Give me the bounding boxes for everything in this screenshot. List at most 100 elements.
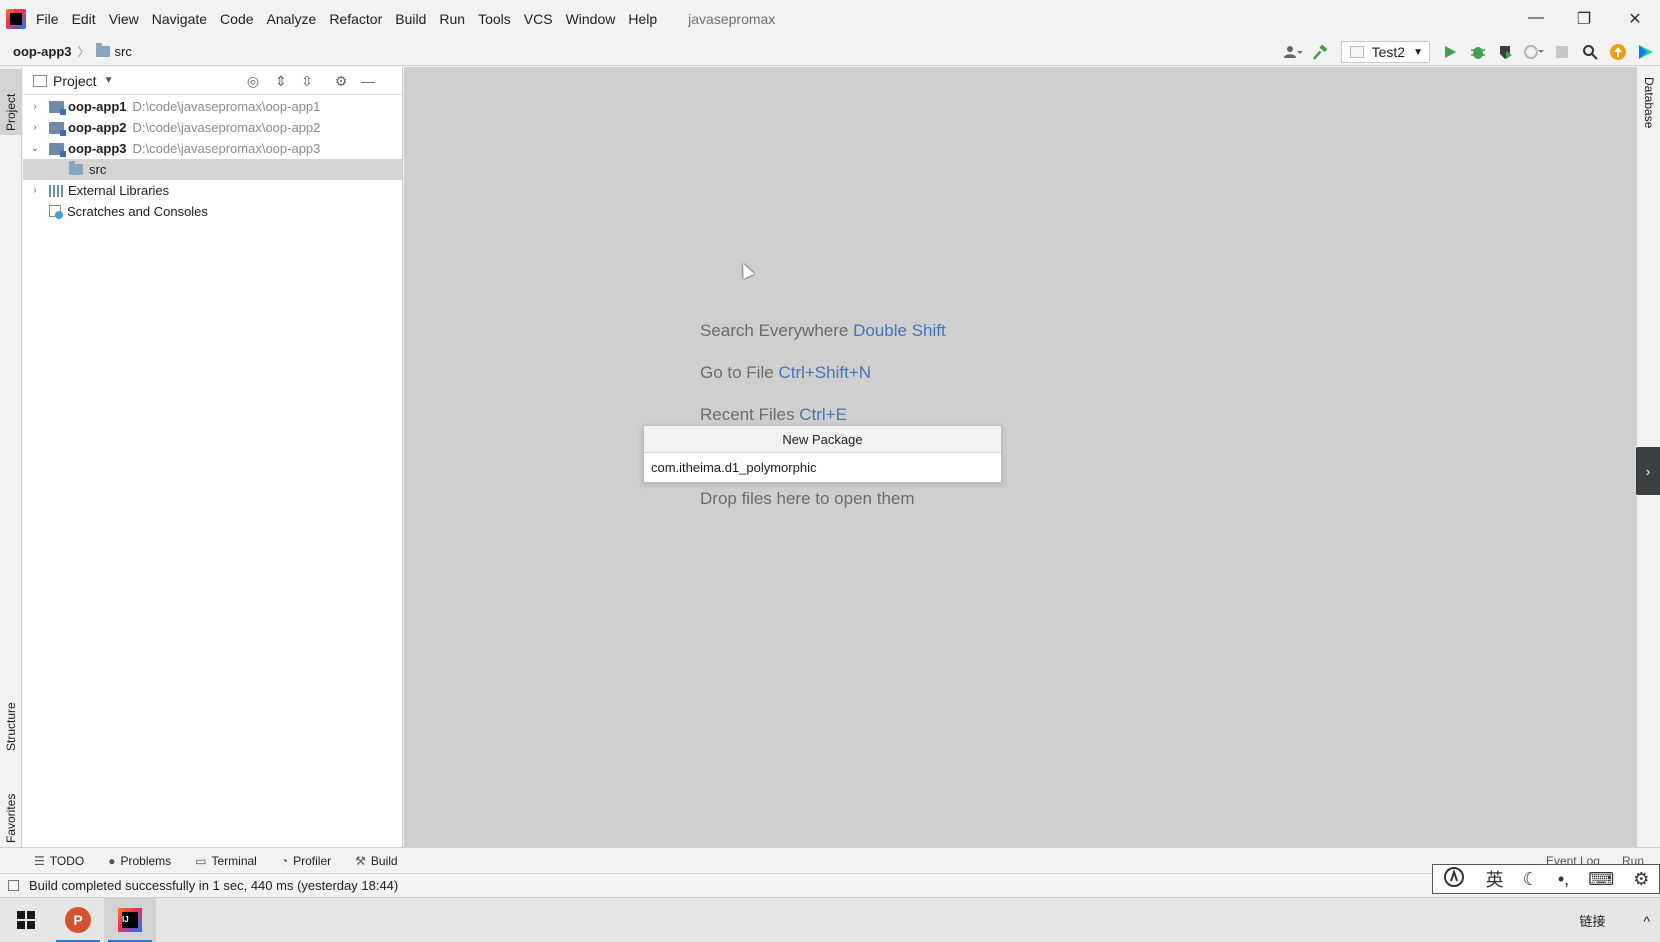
- hint-shortcut: Ctrl+E: [799, 405, 847, 424]
- menu-build[interactable]: Build: [395, 11, 426, 27]
- update-icon[interactable]: [1607, 41, 1629, 63]
- chevron-down-icon[interactable]: ⌄: [29, 143, 41, 154]
- tool-tab-profiler[interactable]: ◔ Profiler: [281, 854, 331, 868]
- taskbar-intellij[interactable]: [104, 897, 156, 942]
- hint-go-to-file: Go to File Ctrl+Shift+N: [700, 363, 871, 383]
- moon-icon[interactable]: ☾: [1523, 869, 1539, 890]
- menu-refactor[interactable]: Refactor: [329, 11, 382, 27]
- restore-button[interactable]: ❐: [1574, 9, 1594, 29]
- intellij-logo-icon: [6, 9, 26, 29]
- tool-tab-todo[interactable]: ☰ TODO: [34, 854, 84, 868]
- tool-tab-database[interactable]: Database: [1637, 75, 1660, 155]
- hide-panel-icon[interactable]: —: [360, 73, 376, 89]
- menu-navigate[interactable]: Navigate: [152, 11, 207, 27]
- breadcrumb-src[interactable]: src: [115, 44, 132, 59]
- search-icon[interactable]: [1579, 41, 1601, 63]
- hint-label: Search Everywhere: [700, 321, 849, 340]
- gear-icon[interactable]: ⚙: [333, 73, 349, 90]
- menu-edit[interactable]: Edit: [72, 11, 96, 27]
- chevron-down-icon[interactable]: ▼: [104, 75, 114, 86]
- tool-tab-structure-label: Structure: [4, 702, 18, 751]
- menu-analyze[interactable]: Analyze: [267, 11, 317, 27]
- punctuation-icon[interactable]: •,: [1558, 869, 1569, 890]
- build-hammer-icon[interactable]: [1310, 41, 1332, 63]
- package-name-input[interactable]: [644, 453, 1001, 482]
- module-icon: [49, 142, 66, 157]
- library-icon: [49, 184, 64, 197]
- tool-tab-project[interactable]: Project: [0, 69, 22, 135]
- debug-icon[interactable]: [1467, 41, 1489, 63]
- breadcrumb-project[interactable]: oop-app3: [13, 44, 72, 59]
- tree-row-oop-app1[interactable]: › oop-app1 D:\code\javasepromax\oop-app1: [23, 96, 402, 117]
- stop-icon[interactable]: [1551, 41, 1573, 63]
- tool-tab-favorites-label: Favorites: [4, 793, 18, 843]
- tray-link-label[interactable]: 链接: [1579, 911, 1605, 930]
- hint-recent-files: Recent Files Ctrl+E: [700, 405, 847, 425]
- vcs-user-icon[interactable]: [1282, 41, 1304, 63]
- run-config-label: Test2: [1371, 44, 1406, 60]
- tool-tab-problems[interactable]: ● Problems: [108, 854, 171, 868]
- tree-row-external-libraries[interactable]: › External Libraries: [23, 180, 402, 201]
- bottom-tool-tabs: ☰ TODO ● Problems ▭ Terminal ◔ Profiler …: [0, 847, 1660, 873]
- hint-shortcut: Double Shift: [853, 321, 946, 340]
- tree-row-src[interactable]: src: [23, 159, 402, 180]
- tool-tab-label: Problems: [120, 853, 172, 868]
- chevron-up-icon[interactable]: ^: [1643, 913, 1650, 929]
- main-toolbar: Test2 ▼: [1279, 38, 1660, 66]
- close-button[interactable]: ✕: [1625, 9, 1645, 29]
- chevron-down-icon: ▼: [1413, 46, 1423, 58]
- status-bar: Build completed successfully in 1 sec, 4…: [0, 873, 1660, 897]
- menu-file[interactable]: File: [36, 11, 59, 27]
- chevron-right-icon[interactable]: ›: [29, 122, 41, 133]
- folder-icon: [95, 43, 110, 57]
- tree-row-scratches[interactable]: Scratches and Consoles: [23, 201, 402, 222]
- breadcrumb-separator: 〉: [77, 45, 90, 59]
- taskbar-powerpoint[interactable]: P: [52, 898, 104, 942]
- collapse-all-icon[interactable]: ⇳: [299, 73, 315, 90]
- project-view-icon: [33, 74, 47, 87]
- chevron-right-icon[interactable]: ›: [29, 185, 41, 196]
- gear-icon[interactable]: ⚙: [1633, 869, 1649, 890]
- tool-tab-structure[interactable]: Structure: [0, 675, 22, 755]
- hint-label: Recent Files: [700, 405, 795, 424]
- run-icon[interactable]: [1439, 41, 1461, 63]
- chevron-right-icon[interactable]: ›: [29, 101, 41, 112]
- problems-icon: ●: [108, 853, 116, 868]
- locate-target-icon[interactable]: ◎: [245, 73, 261, 90]
- project-panel-title[interactable]: Project: [53, 73, 97, 89]
- external-libraries-label: External Libraries: [68, 183, 170, 198]
- menu-tools[interactable]: Tools: [478, 11, 511, 27]
- ime-language-toggle[interactable]: 英: [1486, 866, 1504, 892]
- module-name: oop-app2: [68, 120, 127, 135]
- menu-window[interactable]: Window: [566, 11, 616, 27]
- minimize-button[interactable]: —: [1526, 9, 1546, 27]
- run-configuration-select[interactable]: Test2 ▼: [1340, 41, 1430, 63]
- coverage-icon[interactable]: [1495, 41, 1517, 63]
- menu-help[interactable]: Help: [628, 11, 657, 27]
- system-tray: 链接 ^: [1579, 898, 1660, 942]
- tool-tab-build[interactable]: ⚒ Build: [355, 854, 397, 868]
- status-toggle-icon[interactable]: [8, 880, 19, 891]
- tool-tab-label: Terminal: [211, 853, 257, 868]
- tree-row-oop-app3[interactable]: ⌄ oop-app3 D:\code\javasepromax\oop-app3: [23, 138, 402, 159]
- menu-view[interactable]: View: [109, 11, 139, 27]
- scratches-icon: [49, 204, 63, 219]
- tool-tab-favorites[interactable]: Favorites: [0, 767, 22, 847]
- menu-run[interactable]: Run: [439, 11, 465, 27]
- profile-icon[interactable]: [1523, 41, 1545, 63]
- keyboard-icon[interactable]: ⌨: [1588, 869, 1614, 890]
- jetbrains-plugin-icon[interactable]: [1635, 41, 1657, 63]
- menu-vcs[interactable]: VCS: [524, 11, 553, 27]
- tool-tab-terminal[interactable]: ▭ Terminal: [195, 854, 257, 868]
- expand-all-icon[interactable]: ⇕: [273, 73, 289, 90]
- ime-logo-icon[interactable]: [1443, 866, 1467, 893]
- editor-area[interactable]: Search Everywhere Double Shift Go to Fil…: [404, 67, 1636, 847]
- new-package-title: New Package: [644, 426, 1001, 453]
- tree-row-oop-app2[interactable]: › oop-app2 D:\code\javasepromax\oop-app2: [23, 117, 402, 138]
- ime-toolbar: 英 ☾ •, ⌨ ⚙: [1432, 864, 1660, 894]
- chevron-right-icon[interactable]: ›: [1636, 447, 1660, 495]
- menu-code[interactable]: Code: [220, 11, 253, 27]
- start-button[interactable]: [0, 898, 52, 942]
- windows-taskbar: P 链接 ^: [0, 897, 1660, 942]
- module-path: D:\code\javasepromax\oop-app2: [132, 120, 321, 135]
